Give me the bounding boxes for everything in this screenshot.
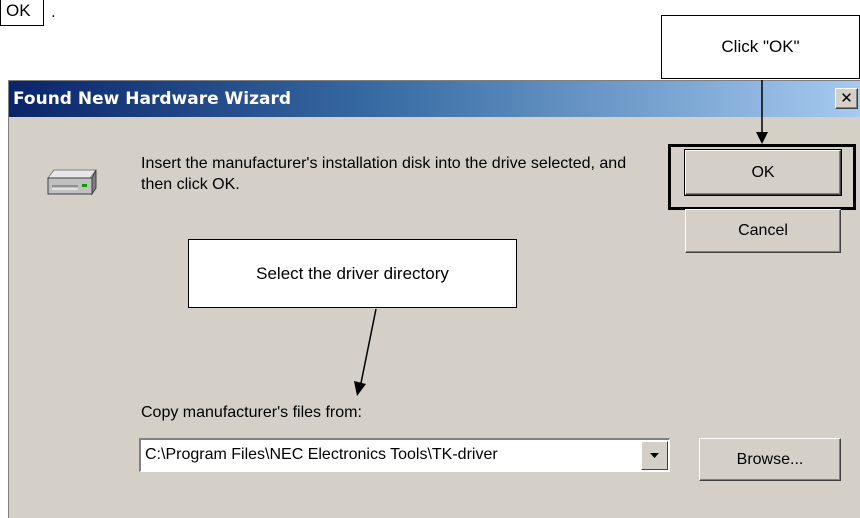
dialog-title: Found New Hardware Wizard bbox=[13, 89, 292, 109]
close-icon: ✕ bbox=[840, 89, 853, 107]
ok-button[interactable]: OK bbox=[684, 149, 842, 196]
disk-drive-icon bbox=[47, 169, 97, 196]
dropdown-button[interactable] bbox=[641, 441, 668, 470]
source-path-combobox[interactable]: C:\Program Files\NEC Electronics Tools\T… bbox=[139, 438, 670, 472]
source-path-value[interactable]: C:\Program Files\NEC Electronics Tools\T… bbox=[145, 446, 498, 464]
document-period: . bbox=[51, 2, 56, 21]
select-directory-callout: Select the driver directory bbox=[188, 239, 517, 308]
chevron-down-icon bbox=[650, 453, 659, 458]
close-button[interactable]: ✕ bbox=[835, 88, 858, 109]
browse-button[interactable]: Browse... bbox=[699, 438, 841, 481]
title-bar[interactable]: Found New Hardware Wizard ✕ bbox=[9, 81, 860, 117]
document-ok-fragment: OK bbox=[0, 0, 44, 26]
cancel-button[interactable]: Cancel bbox=[685, 209, 841, 253]
instruction-text: Insert the manufacturer's installation d… bbox=[141, 155, 627, 193]
click-ok-callout: Click "OK" bbox=[661, 15, 860, 79]
copy-files-label: Copy manufacturer's files from: bbox=[141, 404, 362, 421]
